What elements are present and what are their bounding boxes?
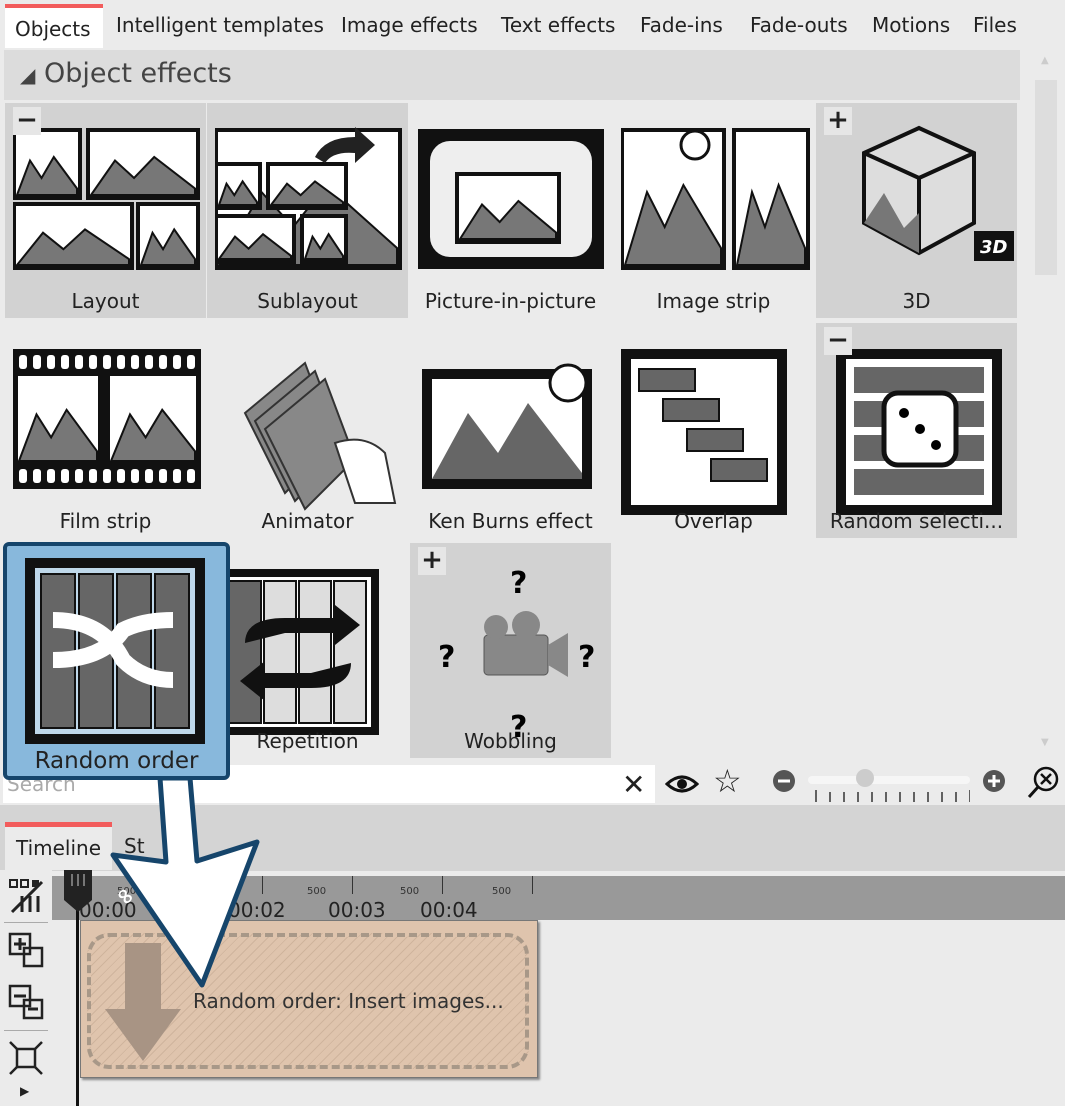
svg-text:?: ? [578,640,595,675]
scroll-down-icon[interactable]: ▼ [1041,737,1049,748]
zoom-in-icon[interactable] [982,769,1006,793]
effect-label: Overlap [674,509,753,533]
effect-label: Sublayout [257,289,358,313]
effect-film-strip[interactable]: Film strip [5,323,206,538]
shuffle-icon [25,558,205,744]
ruler-sub-label: 500 [400,886,420,897]
tab-storyboard[interactable]: St [124,834,145,858]
ruler-sub-label: 500 [307,886,327,897]
effect-label: Random selecti... [829,509,1004,533]
scrollbar-thumb[interactable] [1035,80,1057,275]
tab-files[interactable]: Files [963,4,1027,48]
lower-panel-header [0,805,1065,871]
tab-timeline[interactable]: Timeline [5,822,112,870]
scroll-up-icon[interactable]: ▲ [1041,55,1049,66]
effect-label: Wobbling [464,729,557,753]
effect-picture-in-picture[interactable]: Picture-in-picture [410,103,611,318]
playhead-handle[interactable] [62,870,94,912]
section-header-object-effects[interactable]: ◢ Object effects [4,50,1020,100]
expand-group-button[interactable]: + [824,107,852,135]
effect-animator[interactable]: Animator [207,323,408,538]
ruler-time-label: 00:02 [228,898,286,922]
insert-arrow-icon [105,943,181,1061]
ruler-tick [442,876,443,894]
ruler-tick [172,876,173,894]
zoom-fit-icon[interactable] [1026,764,1062,800]
expand-group-button[interactable]: + [418,547,446,575]
tab-intelligent-templates[interactable]: Intelligent templates [106,4,334,48]
eye-icon[interactable] [665,772,699,796]
effect-label: Random order [34,748,199,774]
tab-motions[interactable]: Motions [862,4,960,48]
star-icon[interactable]: ☆ [713,762,742,800]
ruler-time-label: 00:03 [328,898,386,922]
effect-overlap[interactable]: Overlap [613,323,814,538]
zoom-slider[interactable] [808,776,970,784]
timeline-ruler[interactable]: 500 500 500 500 00:00 00:02 00:03 00:04 [52,876,1065,922]
section-title: Object effects [43,58,232,89]
effect-label: Animator [261,509,354,533]
effect-label: Ken Burns effect [428,509,593,533]
ruler-sub-label: 500 [492,886,512,897]
zoom-slider-ticks [815,790,970,802]
effect-label: Picture-in-picture [424,289,597,313]
effect-label: Layout [71,289,140,313]
zoom-slider-thumb[interactable] [855,769,874,787]
triangle-down-icon: ◢ [20,63,36,87]
effect-layout[interactable]: − Layout [5,103,206,318]
clip-label: Random order: Insert images... [193,989,504,1013]
effect-ken-burns-effect[interactable]: Ken Burns effect [410,323,611,538]
tab-fade-ins[interactable]: Fade-ins [630,4,733,48]
expand-arrow-icon[interactable]: ▶ [20,1084,29,1098]
tab-objects[interactable]: Objects [5,4,103,48]
random-order-clip[interactable]: Random order: Insert images... [80,920,538,1078]
selected-effect-random-order[interactable]: Random order [3,542,230,780]
tab-text-effects[interactable]: Text effects [491,4,625,48]
effect-label: 3D [902,289,931,313]
effect-label: Repetition [256,729,359,753]
effect-wobbling[interactable]: ???? + Wobbling [410,543,611,758]
effect-repetition[interactable]: Repetition [207,543,408,758]
collapse-group-button[interactable]: − [13,107,41,135]
effect-sublayout[interactable]: Sublayout [207,103,408,318]
zoom-out-icon[interactable] [772,769,796,793]
close-icon[interactable]: ✕ [622,768,645,801]
effect-label: Film strip [59,509,152,533]
effect-label: Image strip [656,289,771,313]
svg-text:?: ? [510,566,527,601]
effects-tab-bar: Objects Intelligent templates Image effe… [0,0,1065,48]
ruler-tick [262,876,263,894]
tab-image-effects[interactable]: Image effects [331,4,488,48]
effect-image-strip[interactable]: Image strip [613,103,814,318]
ruler-time-label: 00:04 [420,898,478,922]
add-track-icon[interactable] [8,932,44,968]
remove-track-icon[interactable] [8,984,44,1020]
fit-timeline-icon[interactable] [8,1040,44,1076]
effect-3d[interactable]: 3D +3D [816,103,1017,318]
collapse-group-button[interactable]: − [824,327,852,355]
split-icon[interactable] [8,878,44,914]
tab-fade-outs[interactable]: Fade-outs [740,4,858,48]
badge-3d: 3D [980,237,1008,258]
svg-text:?: ? [438,640,455,675]
vertical-scrollbar[interactable]: ▲ ▼ [1035,55,1059,755]
timeline-toolbar: ▶ [0,870,52,1106]
ruler-tick [532,876,533,894]
ruler-tick [352,876,353,894]
effect-random-selecti[interactable]: − Random selecti... [816,323,1017,538]
